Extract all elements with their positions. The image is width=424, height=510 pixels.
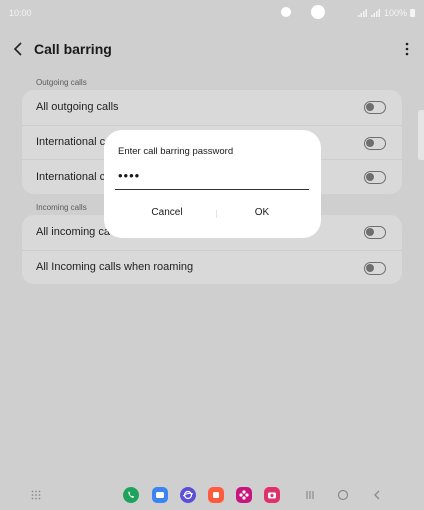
status-bar: 10:00 100% [0, 0, 424, 26]
apps-grid-icon[interactable] [31, 490, 41, 500]
navigation-bar [0, 484, 424, 506]
toggle-switch[interactable] [364, 171, 386, 184]
store-icon[interactable] [208, 487, 224, 503]
signal-icon [370, 9, 380, 17]
row-label: All Incoming calls when roaming [36, 261, 194, 274]
toggle-switch[interactable] [364, 101, 386, 114]
input-underline [115, 189, 309, 191]
toggle-switch[interactable] [364, 261, 386, 275]
edge-panel-handle[interactable] [418, 110, 424, 160]
more-options-icon[interactable] [404, 42, 410, 56]
row-label: International c [36, 170, 106, 183]
row-label: International c [36, 136, 106, 149]
cancel-button[interactable]: Cancel [142, 207, 192, 218]
signal-icon [357, 9, 367, 17]
phone-icon[interactable] [123, 487, 139, 503]
ok-button[interactable]: OK [237, 207, 287, 218]
camera-cutout-icon [311, 5, 325, 19]
section-label-outgoing: Outgoing calls [36, 78, 87, 87]
toggle-switch[interactable] [364, 226, 386, 239]
internet-icon[interactable] [180, 487, 196, 503]
password-input[interactable]: •••• [118, 169, 140, 182]
button-divider [216, 210, 217, 218]
camera-icon[interactable] [264, 487, 280, 503]
section-label-incoming: Incoming calls [36, 203, 87, 212]
camera-cutout-icon [281, 7, 291, 17]
page-title: Call barring [34, 41, 112, 57]
back-nav-icon[interactable] [372, 490, 382, 500]
row-label: All incoming ca [36, 226, 110, 239]
recent-apps-icon[interactable] [305, 490, 315, 500]
list-item-all-outgoing[interactable]: All outgoing calls [22, 90, 402, 125]
toggle-switch[interactable] [364, 136, 386, 150]
messages-icon[interactable] [152, 487, 168, 503]
battery-percent: 100% [383, 8, 407, 18]
status-time: 10:00 [9, 8, 32, 18]
battery-icon [410, 9, 415, 17]
gallery-icon[interactable] [236, 487, 252, 503]
status-right: 100% [357, 8, 415, 18]
dialog-title: Enter call barring password [118, 146, 234, 157]
back-arrow-icon[interactable] [12, 41, 26, 57]
list-item-incoming-roaming[interactable]: All Incoming calls when roaming [22, 249, 402, 285]
row-label: All outgoing calls [36, 101, 119, 114]
app-header: Call barring [0, 33, 424, 65]
password-dialog: Enter call barring password •••• Cancel … [104, 130, 321, 238]
home-icon[interactable] [337, 489, 349, 501]
